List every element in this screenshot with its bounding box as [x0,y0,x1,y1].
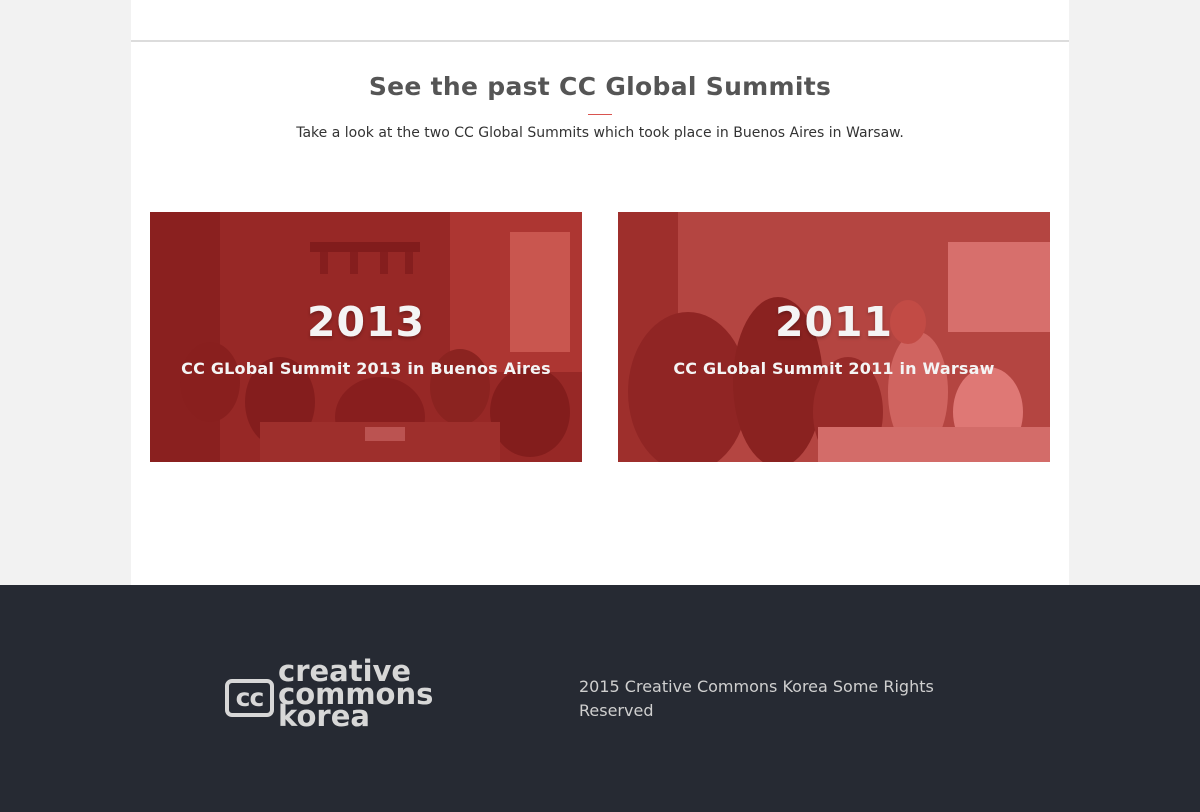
summit-card-2011[interactable]: 2011 CC GLobal Summit 2011 in Warsaw [618,212,1050,462]
card-caption: CC GLobal Summit 2011 in Warsaw [673,359,995,378]
card-year: 2013 [306,298,426,346]
top-strip [131,0,1069,42]
copyright-notice: 2015 Creative Commons Korea Some Rights … [579,677,934,720]
cc-logo-icon: cc [225,679,274,717]
summit-card-2013[interactable]: 2013 CC GLobal Summit 2013 in Buenos Air… [150,212,582,462]
section-title: See the past CC Global Summits [368,72,832,101]
section-subtitle: Take a look at the two CC Global Summits… [296,125,904,141]
logo-wordmark: creative commons korea [278,657,498,730]
card-caption: CC GLobal Summit 2013 in Buenos Aires [181,359,551,378]
title-underline [588,114,612,115]
creative-commons-korea-logo[interactable]: cc creative commons korea [225,657,485,737]
card-year: 2011 [774,298,894,346]
content-panel: See the past CC Global Summits Take a lo… [131,0,1069,585]
